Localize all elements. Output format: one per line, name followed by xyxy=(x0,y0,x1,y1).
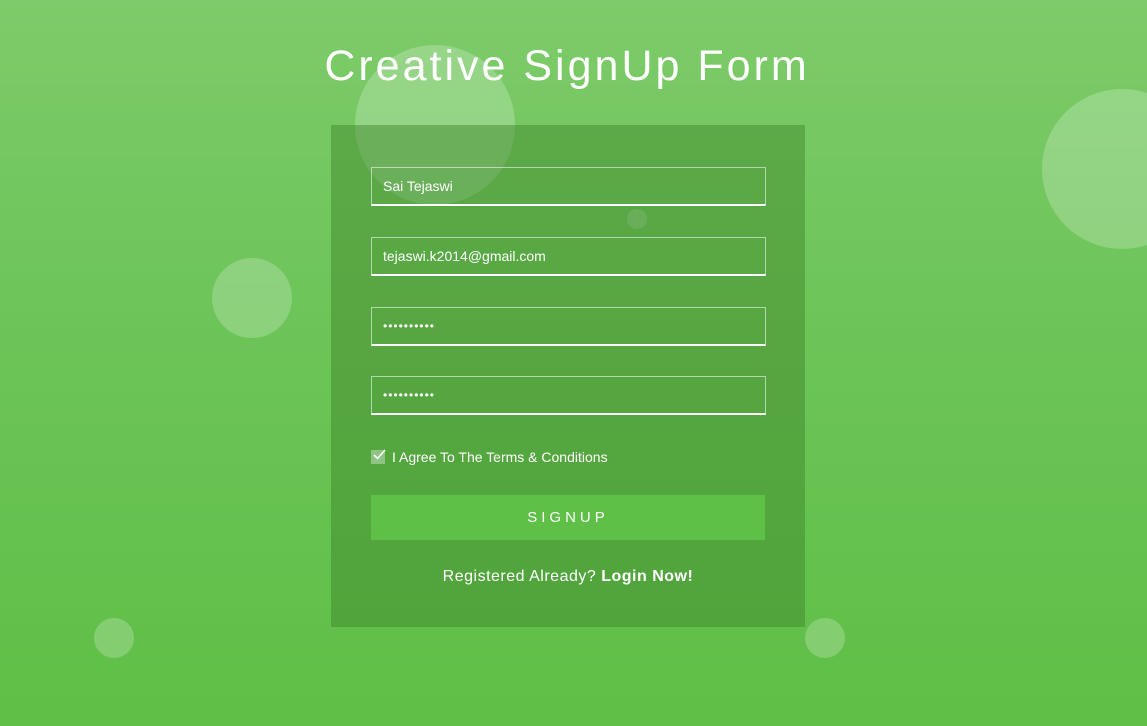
signup-form: I Agree To The Terms & Conditions SIGNUP… xyxy=(331,125,805,627)
checkmark-icon xyxy=(373,449,386,460)
login-prompt: Registered Already? Login Now! xyxy=(331,568,805,586)
terms-label: I Agree To The Terms & Conditions xyxy=(392,449,608,465)
signup-button[interactable]: SIGNUP xyxy=(371,495,765,540)
decorative-bubble xyxy=(212,258,292,338)
decorative-bubble xyxy=(1042,89,1147,249)
terms-checkbox[interactable] xyxy=(371,449,386,464)
email-field[interactable] xyxy=(371,237,766,276)
name-field[interactable] xyxy=(371,167,766,206)
password-field[interactable] xyxy=(371,307,766,346)
page-title: Creative SignUp Form xyxy=(324,42,810,90)
decorative-bubble xyxy=(805,618,845,658)
terms-row: I Agree To The Terms & Conditions xyxy=(371,447,608,467)
confirm-password-field[interactable] xyxy=(371,376,766,415)
registered-text: Registered Already? xyxy=(442,568,597,585)
login-link[interactable]: Login Now! xyxy=(601,568,693,585)
decorative-bubble xyxy=(94,618,134,658)
